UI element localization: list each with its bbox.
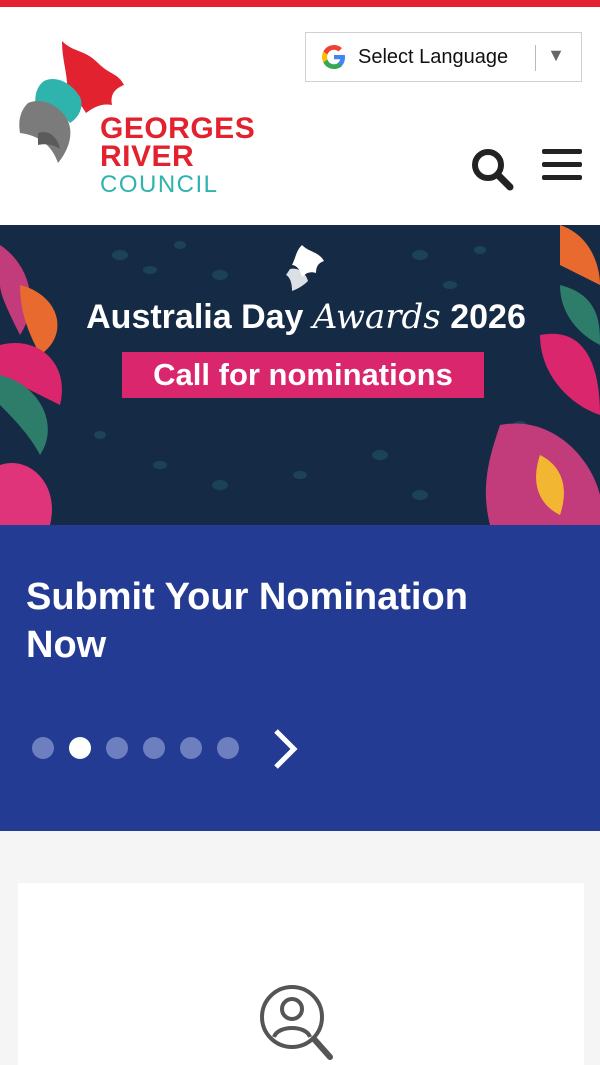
slider-dot-6[interactable] [217, 737, 239, 759]
slider-pagination [32, 737, 254, 759]
slider-dot-5[interactable] [180, 737, 202, 759]
language-select-label: Select Language [358, 45, 509, 68]
slider-dot-1[interactable] [32, 737, 54, 759]
search-button[interactable] [470, 147, 514, 191]
banner-title: Australia Day Awards 2026 [0, 297, 600, 337]
slider-dot-4[interactable] [143, 737, 165, 759]
service-card[interactable] [18, 883, 584, 1065]
person-search-icon [260, 985, 333, 1060]
language-select-divider [535, 45, 536, 71]
council-logo[interactable]: GEORGES RIVER COUNCIL [14, 33, 284, 203]
google-g-icon [318, 41, 350, 73]
awards-emblem-icon [286, 245, 324, 291]
language-select[interactable]: Select Language ▼ [305, 32, 582, 82]
banner-title-year: 2026 [440, 298, 526, 336]
top-accent-bar [0, 0, 600, 7]
hamburger-menu-icon [542, 149, 582, 154]
site-header: GEORGES RIVER COUNCIL Select Language ▼ [0, 7, 600, 225]
banner-title-part: Australia Day [86, 298, 313, 336]
banner-title-script: Awards [312, 297, 441, 337]
slider-next-button[interactable] [262, 725, 310, 773]
logo-text-council: COUNCIL [100, 171, 219, 198]
logo-text-river: RIVER [100, 140, 195, 173]
hamburger-bar [542, 162, 582, 167]
slider-dot-3[interactable] [106, 737, 128, 759]
hero-slider-panel: Submit Your Nomination Now [0, 525, 600, 831]
slide-heading-link[interactable]: Submit Your Nomination Now [26, 573, 546, 669]
slider-dot-2[interactable] [69, 737, 91, 759]
chevron-right-icon [274, 729, 298, 769]
dropdown-arrow-icon: ▼ [547, 45, 565, 65]
search-icon [472, 149, 514, 191]
hamburger-menu-button[interactable] [540, 149, 584, 189]
call-for-nominations-label: Call for nominations [122, 352, 484, 398]
hero-banner[interactable]: Australia Day Awards 2026 Call for nomin… [0, 225, 600, 525]
logo-text-georges: GEORGES [100, 112, 256, 145]
hamburger-bar [542, 175, 582, 180]
